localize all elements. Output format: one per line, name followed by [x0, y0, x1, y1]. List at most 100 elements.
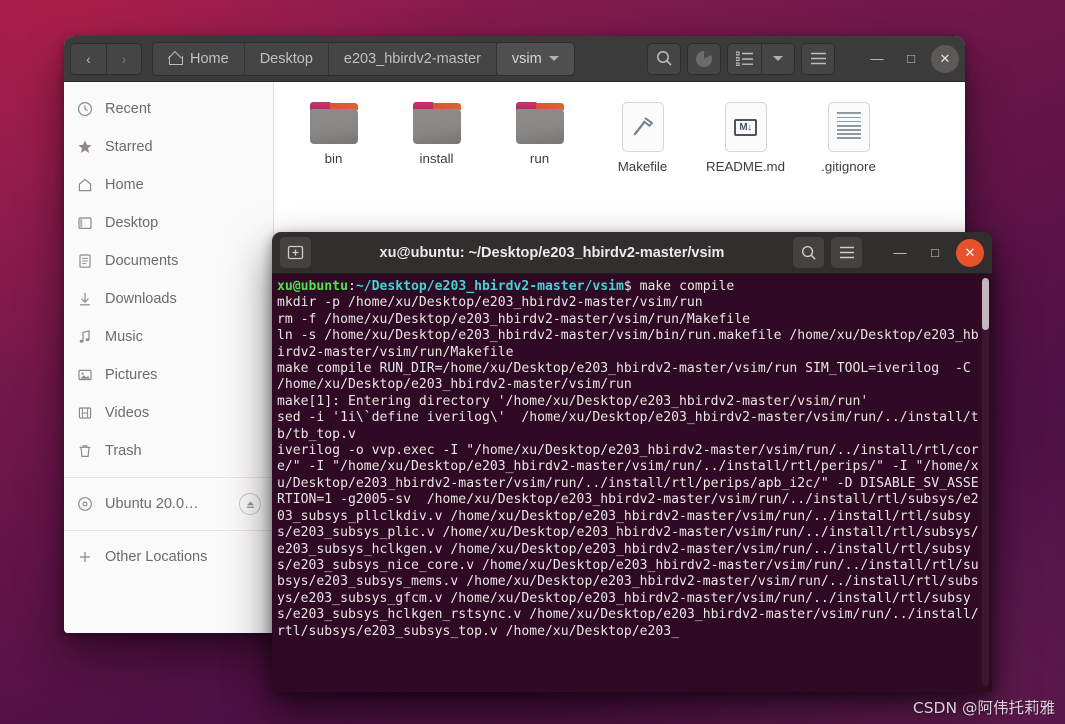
video-icon — [76, 405, 94, 421]
prompt-path: ~/Desktop/e203_hbirdv2-master/vsim — [355, 279, 624, 294]
prompt-sigil: $ — [623, 279, 640, 294]
csdn-watermark: CSDN @阿伟托莉雅 — [912, 699, 1055, 717]
minimize-button[interactable]: — — [863, 45, 891, 73]
search-icon[interactable] — [793, 237, 824, 268]
download-icon — [76, 291, 94, 307]
sidebar-item-recent[interactable]: Recent — [64, 90, 273, 128]
view-controls — [727, 42, 795, 75]
file-item-bin[interactable]: bin — [284, 96, 383, 181]
breadcrumb-item-desktop[interactable]: Desktop — [245, 42, 329, 75]
breadcrumb-item-e203[interactable]: e203_hbirdv2-master — [329, 42, 497, 75]
maximize-button[interactable]: □ — [897, 45, 925, 73]
chevron-down-icon — [548, 56, 559, 61]
picture-icon — [76, 367, 94, 383]
home-icon — [168, 52, 183, 65]
sidebar-item-label: Other Locations — [105, 549, 208, 565]
list-view-icon[interactable] — [727, 42, 761, 75]
sidebar-item-home[interactable]: Home — [64, 166, 273, 204]
sidebar-item-label: Trash — [105, 443, 142, 459]
hamburger-menu-icon[interactable] — [801, 42, 835, 75]
sidebar-item-desktop[interactable]: Desktop — [64, 204, 273, 242]
breadcrumb: Home Desktop e203_hbirdv2-master vsim — [152, 41, 575, 76]
close-button[interactable]: ✕ — [956, 238, 984, 267]
trash-icon — [76, 443, 94, 459]
scrollbar-thumb[interactable] — [982, 278, 989, 330]
file-manager-toolbar: ‹ › Home Desktop e203_hbirdv2-master vsi… — [64, 36, 965, 82]
sidebar-item-label: Recent — [105, 101, 151, 117]
close-button[interactable]: ✕ — [931, 44, 959, 73]
hammer-icon — [621, 102, 664, 152]
sidebar-item-label: Desktop — [105, 215, 159, 231]
file-label: .gitignore — [821, 159, 876, 174]
plus-icon — [76, 549, 94, 565]
breadcrumb-item-home[interactable]: Home — [153, 42, 245, 75]
terminal-titlebar: xu@ubuntu: ~/Desktop/e203_hbirdv2-master… — [272, 232, 992, 274]
sidebar-item-label: Downloads — [105, 291, 177, 307]
sidebar-item-downloads[interactable]: Downloads — [64, 280, 273, 318]
file-label: install — [419, 151, 454, 166]
breadcrumb-label: Home — [190, 50, 229, 67]
folder-icon — [309, 102, 358, 144]
prompt-user: xu@ubuntu — [277, 279, 348, 294]
sidebar-item-ubuntu-device[interactable]: Ubuntu 20.0… — [64, 485, 273, 523]
navigation-buttons: ‹ › — [70, 42, 142, 75]
folder-icon — [515, 102, 564, 144]
sidebar-item-label: Videos — [105, 405, 150, 421]
disc-icon — [76, 496, 94, 512]
folder-icon — [412, 102, 461, 144]
sidebar-item-label: Pictures — [105, 367, 158, 383]
back-button[interactable]: ‹ — [70, 42, 106, 75]
file-label: Makefile — [617, 159, 668, 174]
file-label: README.md — [705, 159, 786, 174]
sidebar-item-other-locations[interactable]: Other Locations — [64, 538, 273, 576]
sidebar-item-label: Starred — [105, 139, 153, 155]
sidebar-item-videos[interactable]: Videos — [64, 394, 273, 432]
sidebar: Recent Starred Home Desktop Documents Do… — [64, 82, 274, 633]
music-note-icon — [76, 329, 94, 345]
terminal-output-area[interactable]: xu@ubuntu:~/Desktop/e203_hbirdv2-master/… — [272, 274, 992, 692]
prompt-colon: : — [347, 279, 356, 294]
eject-icon[interactable] — [239, 493, 261, 515]
sidebar-item-label: Home — [105, 177, 144, 193]
search-icon[interactable] — [647, 42, 681, 75]
sidebar-item-label: Music — [105, 329, 143, 345]
breadcrumb-label: vsim — [511, 50, 542, 67]
home-icon — [76, 177, 94, 193]
minimize-button[interactable]: — — [886, 239, 914, 267]
forward-button[interactable]: › — [106, 42, 142, 75]
file-item-gitignore[interactable]: .gitignore — [799, 96, 898, 181]
file-item-readme[interactable]: M↓ README.md — [696, 96, 795, 181]
view-options-chevron-icon[interactable] — [761, 42, 795, 75]
file-label: bin — [324, 151, 343, 166]
maximize-button[interactable]: □ — [921, 239, 949, 267]
new-tab-icon[interactable] — [280, 237, 311, 268]
terminal-scrollbar[interactable] — [982, 278, 989, 686]
breadcrumb-item-vsim[interactable]: vsim — [496, 42, 574, 75]
terminal-window: xu@ubuntu: ~/Desktop/e203_hbirdv2-master… — [272, 232, 992, 692]
sidebar-item-starred[interactable]: Starred — [64, 128, 273, 166]
chevron-down-glyph — [773, 56, 783, 61]
sidebar-device-label: Ubuntu 20.0… — [105, 496, 199, 512]
file-item-install[interactable]: install — [387, 96, 486, 181]
text-file-icon — [827, 102, 870, 152]
sidebar-item-trash[interactable]: Trash — [64, 432, 273, 470]
clock-icon — [76, 101, 94, 117]
file-item-makefile[interactable]: Makefile — [593, 96, 692, 181]
sidebar-divider — [64, 477, 273, 478]
desktop-icon — [76, 215, 94, 231]
markdown-icon: M↓ — [724, 102, 767, 152]
star-icon — [76, 139, 94, 155]
desktop-wallpaper: ‹ › Home Desktop e203_hbirdv2-master vsi… — [0, 0, 1065, 724]
terminal-output-body: mkdir -p /home/xu/Desktop/e203_hbirdv2-m… — [277, 295, 979, 639]
prompt-command: make compile — [639, 279, 735, 294]
file-item-run[interactable]: run — [490, 96, 589, 181]
sidebar-item-music[interactable]: Music — [64, 318, 273, 356]
sidebar-item-label: Documents — [105, 253, 179, 269]
sidebar-item-documents[interactable]: Documents — [64, 242, 273, 280]
markdown-badge: M↓ — [734, 118, 757, 136]
hamburger-menu-icon[interactable] — [831, 237, 862, 268]
text-lines — [836, 112, 861, 141]
pie-progress-icon[interactable] — [687, 42, 721, 75]
sidebar-divider — [64, 530, 273, 531]
sidebar-item-pictures[interactable]: Pictures — [64, 356, 273, 394]
